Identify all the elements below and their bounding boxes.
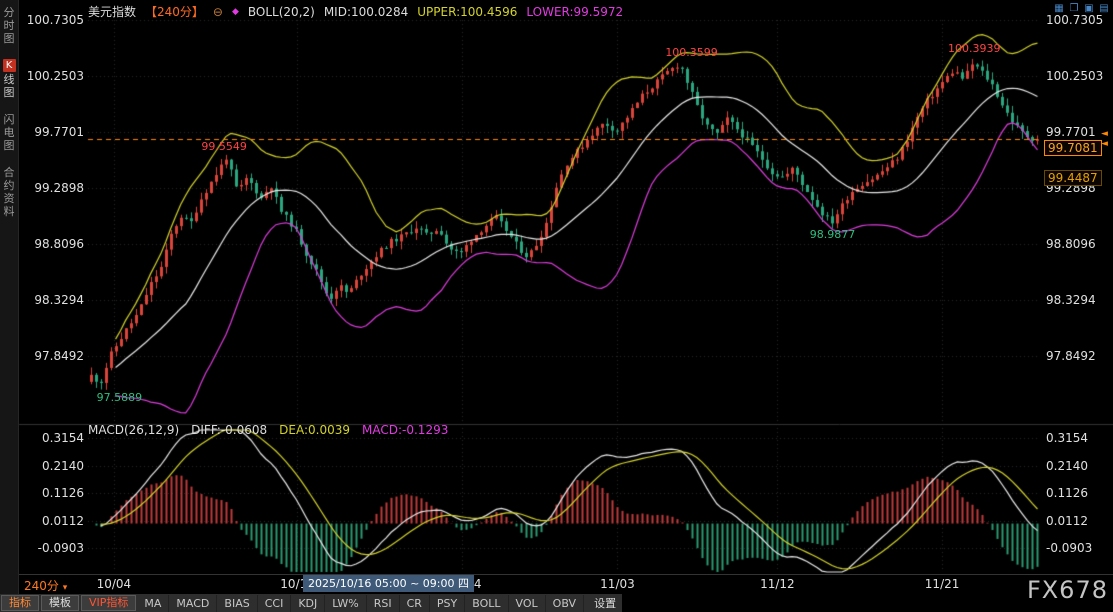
- macd-bar-value: MACD:-0.1293: [362, 423, 448, 437]
- indicator-diamond-icon: ◆: [232, 7, 239, 17]
- sidebar-item-char: 图: [0, 86, 18, 99]
- sidebar-item-char: 时: [0, 19, 18, 32]
- indicator-button-boll[interactable]: BOLL: [465, 595, 508, 612]
- indicator-button-bias[interactable]: BIAS: [217, 595, 257, 612]
- indicator-button-lwpct[interactable]: LW%: [325, 595, 366, 612]
- price-marker-arrow: ◄: [1101, 139, 1108, 149]
- layout-tile-icon[interactable]: ▦: [1053, 3, 1065, 15]
- chevron-down-icon: ▾: [63, 583, 68, 593]
- chart-type-sidebar: 分时图K线图闪电图合约资料: [0, 0, 19, 594]
- indicator-button-cci[interactable]: CCI: [258, 595, 292, 612]
- toolbar-tabs: 指标模板VIP指标: [0, 594, 137, 612]
- candlestick-chart-canvas[interactable]: [0, 0, 1113, 574]
- sidebar-item-char: 线: [0, 73, 18, 86]
- indicator-button-obv[interactable]: OBV: [546, 595, 584, 612]
- toolbar-tab-templates[interactable]: 模板: [41, 595, 79, 611]
- zoom-out-icon[interactable]: ⊖: [213, 5, 223, 19]
- sidebar-item-char: 分: [0, 6, 18, 19]
- indicator-button-vol[interactable]: VOL: [509, 595, 546, 612]
- boll-lower-value: LOWER:99.5972: [526, 5, 623, 19]
- indicator-buttons: MAMACDBIASCCIKDJLW%RSICRPSYBOLLVOLOBV: [137, 595, 584, 612]
- sidebar-item-char: 料: [0, 205, 18, 218]
- sidebar-item-k-line-chart[interactable]: K线图: [0, 59, 18, 99]
- sidebar-item-char: 闪: [0, 113, 18, 126]
- toolbar-tab-vip-indicators[interactable]: VIP指标: [81, 595, 136, 611]
- chart-header: 美元指数 【240分】 ⊖ ◆ BOLL(20,2) MID:100.0284 …: [88, 3, 623, 20]
- bottom-toolbar: 指标模板VIP指标 MAMACDBIASCCIKDJLW%RSICRPSYBOL…: [0, 594, 622, 612]
- k-badge-icon: K: [3, 59, 16, 72]
- settings-button[interactable]: 设置: [594, 595, 616, 611]
- indicator-button-ma[interactable]: MA: [137, 595, 169, 612]
- price-marker-arrow: ◄: [1101, 129, 1108, 139]
- macd-dea-value: DEA:0.0039: [279, 423, 350, 437]
- crosshair-date-tooltip: 2025/10/16 05:00 ~ 09:00 四: [303, 575, 474, 592]
- sidebar-item-char: 合: [0, 166, 18, 179]
- period-label: 【240分】: [145, 3, 204, 20]
- sidebar-item-char: 约: [0, 179, 18, 192]
- indicator-button-cr[interactable]: CR: [400, 595, 430, 612]
- macd-diff-value: DIFF:-0.0608: [191, 423, 267, 437]
- period-selector-label: 240分: [24, 579, 59, 593]
- macd-header: MACD(26,12,9) DIFF:-0.0608 DEA:0.0039 MA…: [88, 423, 448, 437]
- indicator-button-kdj[interactable]: KDJ: [291, 595, 325, 612]
- sidebar-item-char: 电: [0, 126, 18, 139]
- symbol-name: 美元指数: [88, 3, 136, 20]
- sidebar-item-char: 图: [0, 32, 18, 45]
- watermark-logo: FX678: [1027, 577, 1108, 603]
- sidebar-item-contract-info[interactable]: 合约资料: [0, 166, 18, 218]
- layout-cascade-icon[interactable]: ❐: [1068, 3, 1080, 15]
- boll-mid-value: MID:100.0284: [324, 5, 408, 19]
- indicator-button-macd[interactable]: MACD: [169, 595, 217, 612]
- macd-indicator-label: MACD(26,12,9): [88, 423, 179, 437]
- boll-upper-value: UPPER:100.4596: [417, 5, 517, 19]
- boll-indicator-label: BOLL(20,2): [248, 5, 315, 19]
- indicator-button-rsi[interactable]: RSI: [367, 595, 400, 612]
- maximize-icon[interactable]: ▣: [1083, 3, 1095, 15]
- sidebar-item-lightning-chart[interactable]: 闪电图: [0, 113, 18, 152]
- list-icon[interactable]: ▤: [1098, 3, 1110, 15]
- trading-app-window: 100.7305100.7305100.2503100.250399.77019…: [0, 0, 1113, 612]
- time-axis-row: 240分 ▾: [0, 574, 1113, 594]
- indicator-button-psy[interactable]: PSY: [430, 595, 465, 612]
- period-selector[interactable]: 240分 ▾: [24, 577, 67, 594]
- sidebar-item-char: 图: [0, 139, 18, 152]
- toolbar-tab-indicators[interactable]: 指标: [1, 595, 39, 611]
- sidebar-item-time-chart[interactable]: 分时图: [0, 6, 18, 45]
- window-controls: ▦ ❐ ▣ ▤: [1053, 3, 1110, 15]
- sidebar-item-char: 资: [0, 192, 18, 205]
